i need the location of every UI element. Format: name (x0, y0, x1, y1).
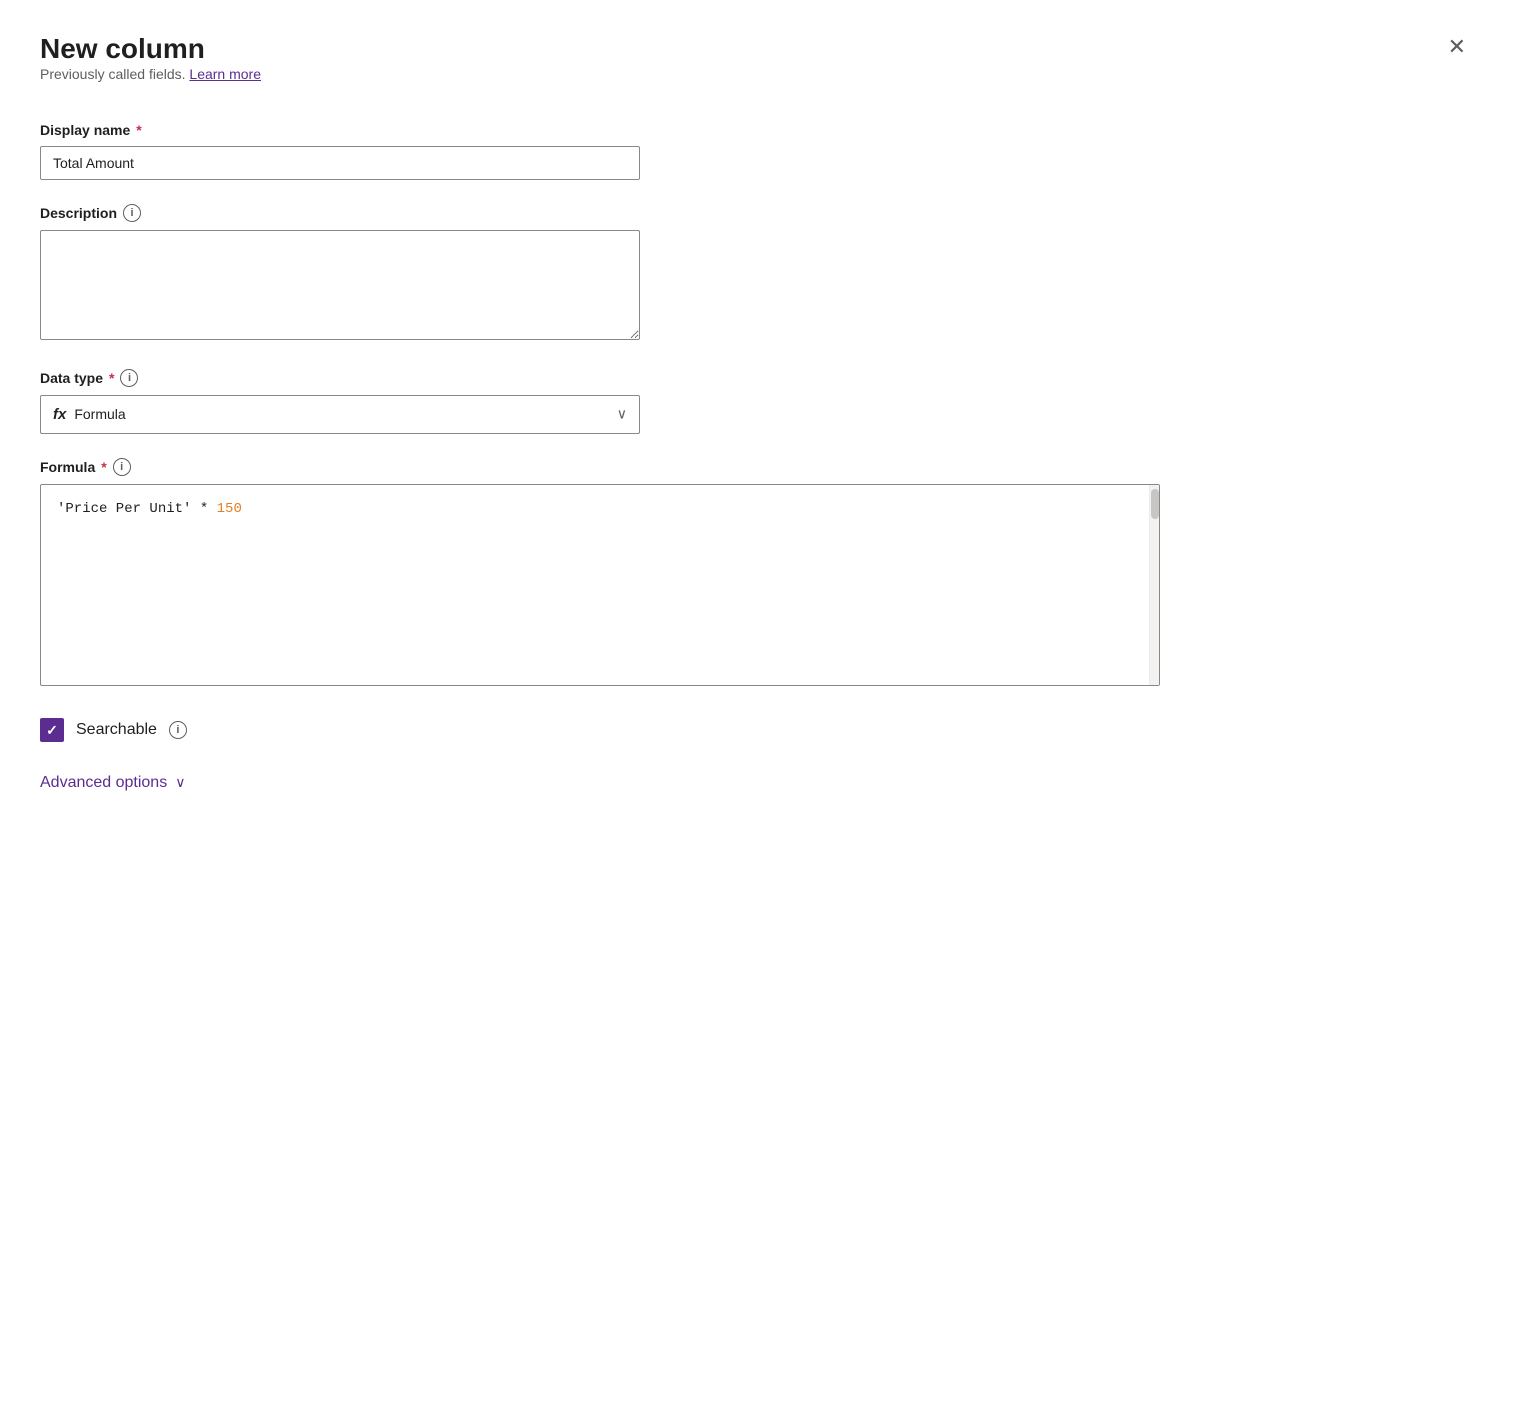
description-label: Description i (40, 204, 640, 222)
data-type-label-text: Data type (40, 370, 103, 386)
display-name-section: Display name * (40, 122, 640, 180)
subtitle: Previously called fields. Learn more (40, 66, 261, 82)
fx-icon: fx (53, 406, 66, 423)
scrollbar[interactable] (1149, 485, 1159, 685)
searchable-checkbox[interactable]: ✓ (40, 718, 64, 742)
scrollbar-thumb (1151, 489, 1159, 519)
data-type-label: Data type * i (40, 369, 640, 387)
description-info-icon[interactable]: i (123, 204, 141, 222)
formula-label: Formula * i (40, 458, 1160, 476)
subtitle-text: Previously called fields. (40, 66, 186, 82)
data-type-select-wrapper[interactable]: fx Formula ∨ (40, 395, 640, 434)
close-button[interactable]: ✕ (1440, 32, 1474, 62)
description-input[interactable] (40, 230, 640, 340)
check-icon: ✓ (46, 723, 58, 737)
formula-info-icon[interactable]: i (113, 458, 131, 476)
description-label-text: Description (40, 205, 117, 221)
data-type-select[interactable]: fx Formula ∨ (40, 395, 640, 434)
formula-required: * (101, 459, 106, 475)
display-name-label-text: Display name (40, 122, 130, 138)
display-name-input[interactable] (40, 146, 640, 180)
formula-section: Formula * i 'Price Per Unit' * 150 (40, 458, 1160, 686)
chevron-down-icon: ∨ (617, 406, 627, 423)
advanced-options-section[interactable]: Advanced options ∨ (40, 774, 1474, 792)
searchable-section: ✓ Searchable i (40, 718, 1474, 742)
header-left: New column Previously called fields. Lea… (40, 32, 261, 114)
formula-content[interactable]: 'Price Per Unit' * 150 (41, 485, 1159, 685)
data-type-value: Formula (74, 406, 125, 422)
formula-label-text: Formula (40, 459, 95, 475)
advanced-options-chevron-icon: ∨ (175, 774, 185, 791)
searchable-label: Searchable (76, 721, 157, 739)
searchable-info-icon[interactable]: i (169, 721, 187, 739)
panel-title: New column (40, 32, 261, 66)
formula-string-part: 'Price Per Unit' (57, 501, 191, 517)
display-name-label: Display name * (40, 122, 640, 138)
formula-operator-part: * (191, 501, 216, 517)
new-column-panel: New column Previously called fields. Lea… (0, 0, 1514, 1412)
data-type-info-icon[interactable]: i (120, 369, 138, 387)
panel-header: New column Previously called fields. Lea… (40, 32, 1474, 114)
description-section: Description i (40, 204, 640, 345)
learn-more-link[interactable]: Learn more (189, 66, 261, 82)
advanced-options-link[interactable]: Advanced options (40, 774, 167, 792)
formula-textarea-wrapper: 'Price Per Unit' * 150 (40, 484, 1160, 686)
formula-number-part: 150 (217, 501, 242, 517)
data-type-section: Data type * i fx Formula ∨ (40, 369, 640, 434)
data-type-required: * (109, 370, 114, 386)
display-name-required: * (136, 122, 141, 138)
